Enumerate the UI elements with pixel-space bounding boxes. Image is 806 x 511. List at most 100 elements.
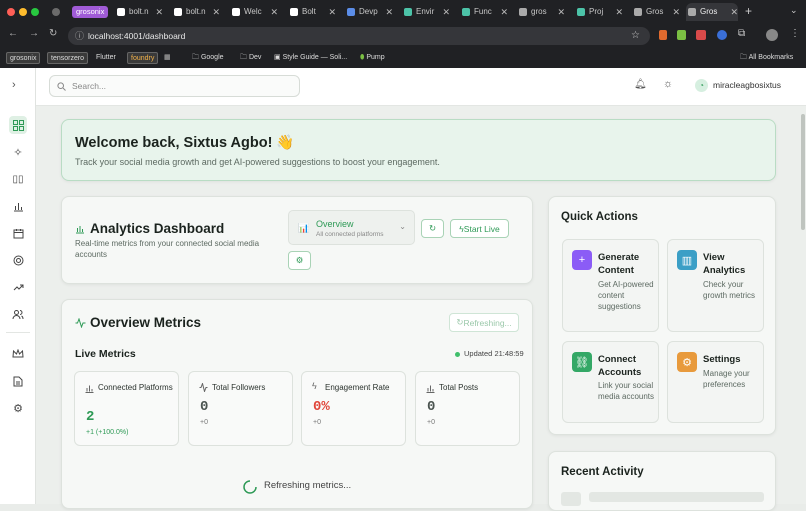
metric-value: 0%: [313, 399, 330, 415]
top-bar: Search... 🔔︎ ☼ ◔ miracleagbosixtus: [36, 68, 806, 106]
extension-icon[interactable]: [659, 30, 667, 40]
refreshing-text: Refreshing metrics...: [264, 480, 352, 491]
recent-activity-title: Recent Activity: [561, 466, 644, 478]
activity-icon: [75, 318, 86, 328]
page-scrollbar-thumb[interactable]: [801, 114, 805, 230]
user-avatar[interactable]: ◔: [695, 79, 708, 92]
refreshing-button[interactable]: ↻ Refreshing...: [449, 313, 519, 332]
metric-card-total-followers: Total Followers 0 +0: [188, 371, 293, 446]
quick-action-title: Settings: [703, 354, 741, 365]
quick-action-connect-accounts[interactable]: ⛓ Connect Accounts Link your social medi…: [562, 341, 659, 423]
bookmark-link[interactable]: ▣ Style Guide — Soli...: [274, 52, 347, 64]
extensions-puzzle-icon[interactable]: ⧉: [738, 28, 745, 39]
quick-action-view-analytics[interactable]: ▥ View Analytics Check your growth metri…: [667, 239, 764, 332]
close-window-button[interactable]: [7, 8, 15, 16]
tab-group-dot[interactable]: [52, 8, 60, 16]
browser-tab[interactable]: Welc ✕: [230, 3, 278, 21]
sidebar-item-settings[interactable]: ⚙: [9, 399, 27, 417]
trending-up-icon: [13, 284, 23, 290]
browser-menu-icon[interactable]: ⋮: [790, 28, 800, 39]
extension-icon[interactable]: [696, 30, 706, 40]
loading-spinner-icon: [243, 480, 257, 494]
quick-action-settings[interactable]: ⚙ Settings Manage your preferences: [667, 341, 764, 423]
browser-tab-active[interactable]: Gros ✕: [686, 3, 738, 21]
sidebar-item-library[interactable]: ▯▯: [9, 170, 27, 188]
metric-label: Total Posts: [439, 383, 479, 392]
skeleton-line: [589, 492, 764, 502]
sidebar-item-dashboard[interactable]: [9, 116, 27, 134]
tab-group-label[interactable]: grosonix: [72, 6, 109, 18]
browser-tab[interactable]: bolt.n ✕: [172, 3, 220, 21]
start-live-button[interactable]: ϟ Start Live: [450, 219, 509, 238]
quick-action-generate-content[interactable]: + Generate Content Get AI-powered conten…: [562, 239, 659, 332]
bookmark-link[interactable]: Flutter: [96, 52, 116, 64]
platform-selector[interactable]: 📊 Overview All connected platforms ⌄: [288, 210, 415, 245]
browser-tab[interactable]: Func ✕: [460, 3, 508, 21]
browser-tab[interactable]: bolt.n ✕: [115, 3, 163, 21]
tab-search-chevron-icon[interactable]: ⌄: [790, 5, 798, 16]
site-info-icon[interactable]: ⓘ: [75, 27, 84, 45]
minimize-window-button[interactable]: [19, 8, 27, 16]
browser-tab[interactable]: Proj ✕: [575, 3, 623, 21]
metric-change: +0: [200, 419, 208, 426]
metric-label: Total Followers: [212, 383, 266, 392]
back-icon[interactable]: ←: [8, 28, 18, 39]
bookmark-tag[interactable]: foundry: [127, 52, 159, 64]
browser-tab[interactable]: Bolt ✕: [288, 3, 336, 21]
bar-chart-icon: [76, 226, 84, 234]
metric-label: Connected Platforms: [98, 383, 173, 392]
extension-icon[interactable]: [677, 30, 686, 40]
users-icon: [12, 309, 24, 319]
browser-tab[interactable]: gros ✕: [517, 3, 565, 21]
bookmark-folder[interactable]: 🗀 Dev: [240, 52, 261, 64]
quick-actions-title: Quick Actions: [561, 211, 638, 223]
bell-icon[interactable]: 🔔︎: [634, 79, 647, 90]
metric-change: +0: [427, 419, 435, 426]
all-bookmarks[interactable]: 🗀 All Bookmarks: [740, 52, 793, 64]
forward-icon[interactable]: →: [29, 28, 39, 39]
welcome-title: Welcome back, Sixtus Agbo! 👋: [75, 135, 295, 151]
sidebar-item-analytics[interactable]: [9, 197, 27, 215]
address-bar[interactable]: ⓘ localhost:4001/dashboard ☆: [68, 27, 650, 45]
bookmark-star-icon[interactable]: ☆: [631, 27, 640, 45]
extension-icon[interactable]: [717, 30, 727, 40]
selector-subtitle: All connected platforms: [316, 231, 384, 238]
quick-action-title: View Analytics: [703, 252, 746, 276]
settings-button[interactable]: ⚙: [288, 251, 311, 270]
sidebar-item-ai[interactable]: ✧: [9, 143, 27, 161]
browser-tab[interactable]: Gros ✕: [632, 3, 680, 21]
grid-icon: [12, 119, 24, 131]
expand-sidebar-chevron-icon[interactable]: ›: [12, 79, 16, 91]
sidebar-item-calendar[interactable]: [9, 224, 27, 242]
maximize-window-button[interactable]: [31, 8, 39, 16]
quick-actions-card: Quick Actions + Generate Content Get AI-…: [548, 196, 776, 435]
gear-icon: ⚙: [13, 402, 23, 415]
username[interactable]: miracleagbosixtus: [713, 80, 781, 90]
sun-icon[interactable]: ☼: [663, 78, 673, 90]
sidebar-item-premium[interactable]: [9, 345, 27, 363]
sidebar: › ✧ ▯▯ ⚙: [0, 68, 36, 504]
activity-icon: [199, 383, 208, 392]
metric-change: +0: [313, 419, 321, 426]
bookmark-link[interactable]: ⬮ Pump: [360, 52, 385, 64]
browser-tab[interactable]: Envir ✕: [402, 3, 450, 21]
bookmark-folder[interactable]: 🗀 Google: [192, 52, 224, 64]
apps-grid-icon[interactable]: ▦: [164, 52, 171, 64]
profile-avatar[interactable]: [766, 29, 778, 41]
gear-icon: ⚙: [677, 352, 697, 372]
new-tab-button[interactable]: +: [745, 4, 752, 18]
refresh-button[interactable]: ↻: [421, 219, 444, 238]
browser-tab[interactable]: Devp ✕: [345, 3, 393, 21]
bookmark-tag[interactable]: grosonix: [6, 52, 41, 64]
search-input[interactable]: Search...: [49, 75, 300, 97]
reload-icon[interactable]: ↻: [49, 28, 57, 39]
sidebar-item-target[interactable]: [9, 251, 27, 269]
book-icon: ▯▯: [12, 173, 24, 185]
page-icon: ▣: [274, 54, 283, 61]
link-icon: ⛓: [572, 352, 592, 372]
sidebar-item-trends[interactable]: [9, 278, 27, 296]
welcome-subtitle: Track your social media growth and get A…: [75, 157, 440, 167]
sidebar-item-users[interactable]: [9, 305, 27, 323]
bookmark-tag[interactable]: tensorzero: [47, 52, 89, 64]
sidebar-item-docs[interactable]: [9, 372, 27, 390]
